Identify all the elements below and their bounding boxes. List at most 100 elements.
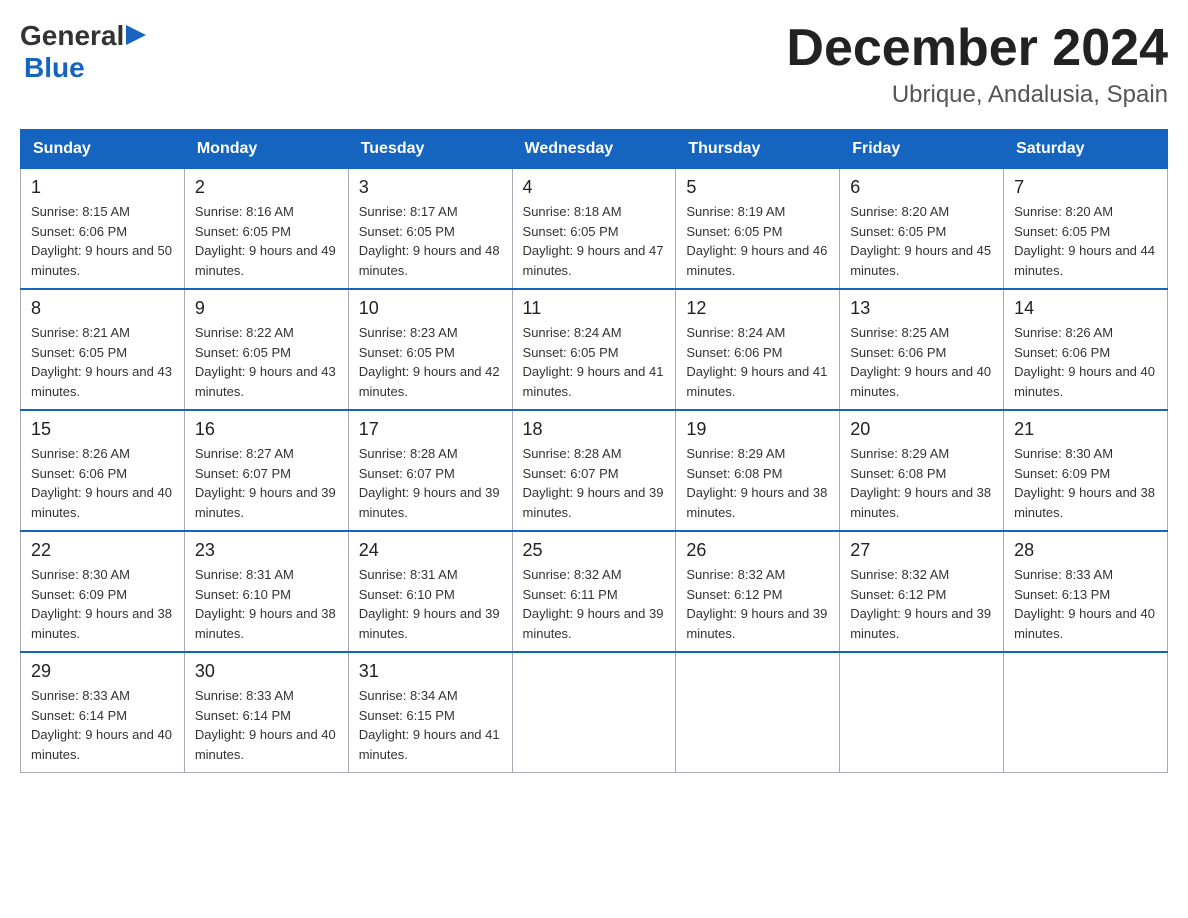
day-number: 4 [523,177,666,198]
calendar-cell: 9 Sunrise: 8:22 AMSunset: 6:05 PMDayligh… [184,289,348,410]
calendar-cell: 19 Sunrise: 8:29 AMSunset: 6:08 PMDaylig… [676,410,840,531]
calendar-cell [676,652,840,773]
page-header: General Blue December 2024 Ubrique, Anda… [20,20,1168,109]
day-info: Sunrise: 8:20 AMSunset: 6:05 PMDaylight:… [1014,204,1155,278]
day-info: Sunrise: 8:31 AMSunset: 6:10 PMDaylight:… [195,567,336,641]
day-info: Sunrise: 8:31 AMSunset: 6:10 PMDaylight:… [359,567,500,641]
calendar-week-row: 22 Sunrise: 8:30 AMSunset: 6:09 PMDaylig… [21,531,1168,652]
calendar-cell [512,652,676,773]
calendar-cell: 27 Sunrise: 8:32 AMSunset: 6:12 PMDaylig… [840,531,1004,652]
calendar-cell: 11 Sunrise: 8:24 AMSunset: 6:05 PMDaylig… [512,289,676,410]
location-title: Ubrique, Andalusia, Spain [786,81,1168,109]
day-number: 18 [523,419,666,440]
calendar-cell [1004,652,1168,773]
header-thursday: Thursday [676,130,840,169]
day-number: 16 [195,419,338,440]
day-info: Sunrise: 8:33 AMSunset: 6:13 PMDaylight:… [1014,567,1155,641]
calendar-week-row: 15 Sunrise: 8:26 AMSunset: 6:06 PMDaylig… [21,410,1168,531]
logo-arrow-icon [126,25,146,50]
calendar-cell: 26 Sunrise: 8:32 AMSunset: 6:12 PMDaylig… [676,531,840,652]
calendar-cell: 24 Sunrise: 8:31 AMSunset: 6:10 PMDaylig… [348,531,512,652]
header-saturday: Saturday [1004,130,1168,169]
header-tuesday: Tuesday [348,130,512,169]
calendar-week-row: 1 Sunrise: 8:15 AMSunset: 6:06 PMDayligh… [21,169,1168,290]
calendar-cell: 18 Sunrise: 8:28 AMSunset: 6:07 PMDaylig… [512,410,676,531]
day-info: Sunrise: 8:28 AMSunset: 6:07 PMDaylight:… [523,446,664,520]
day-info: Sunrise: 8:23 AMSunset: 6:05 PMDaylight:… [359,325,500,399]
day-number: 27 [850,540,993,561]
day-info: Sunrise: 8:30 AMSunset: 6:09 PMDaylight:… [31,567,172,641]
day-info: Sunrise: 8:34 AMSunset: 6:15 PMDaylight:… [359,688,500,762]
calendar-cell: 12 Sunrise: 8:24 AMSunset: 6:06 PMDaylig… [676,289,840,410]
day-info: Sunrise: 8:24 AMSunset: 6:05 PMDaylight:… [523,325,664,399]
day-info: Sunrise: 8:15 AMSunset: 6:06 PMDaylight:… [31,204,172,278]
day-info: Sunrise: 8:18 AMSunset: 6:05 PMDaylight:… [523,204,664,278]
calendar-cell: 20 Sunrise: 8:29 AMSunset: 6:08 PMDaylig… [840,410,1004,531]
day-info: Sunrise: 8:32 AMSunset: 6:12 PMDaylight:… [850,567,991,641]
calendar-cell: 7 Sunrise: 8:20 AMSunset: 6:05 PMDayligh… [1004,169,1168,290]
day-number: 30 [195,661,338,682]
day-info: Sunrise: 8:17 AMSunset: 6:05 PMDaylight:… [359,204,500,278]
calendar-cell: 14 Sunrise: 8:26 AMSunset: 6:06 PMDaylig… [1004,289,1168,410]
calendar-cell: 30 Sunrise: 8:33 AMSunset: 6:14 PMDaylig… [184,652,348,773]
day-info: Sunrise: 8:32 AMSunset: 6:12 PMDaylight:… [686,567,827,641]
day-number: 19 [686,419,829,440]
calendar-cell [840,652,1004,773]
calendar-cell: 8 Sunrise: 8:21 AMSunset: 6:05 PMDayligh… [21,289,185,410]
day-info: Sunrise: 8:22 AMSunset: 6:05 PMDaylight:… [195,325,336,399]
day-info: Sunrise: 8:33 AMSunset: 6:14 PMDaylight:… [195,688,336,762]
day-number: 24 [359,540,502,561]
day-number: 5 [686,177,829,198]
day-number: 31 [359,661,502,682]
day-info: Sunrise: 8:26 AMSunset: 6:06 PMDaylight:… [1014,325,1155,399]
day-number: 12 [686,298,829,319]
header-sunday: Sunday [21,130,185,169]
title-section: December 2024 Ubrique, Andalusia, Spain [786,20,1168,109]
calendar-table: Sunday Monday Tuesday Wednesday Thursday… [20,129,1168,773]
header-monday: Monday [184,130,348,169]
calendar-cell: 6 Sunrise: 8:20 AMSunset: 6:05 PMDayligh… [840,169,1004,290]
day-number: 21 [1014,419,1157,440]
day-number: 23 [195,540,338,561]
day-info: Sunrise: 8:20 AMSunset: 6:05 PMDaylight:… [850,204,991,278]
calendar-cell: 29 Sunrise: 8:33 AMSunset: 6:14 PMDaylig… [21,652,185,773]
day-info: Sunrise: 8:28 AMSunset: 6:07 PMDaylight:… [359,446,500,520]
day-number: 9 [195,298,338,319]
calendar-cell: 31 Sunrise: 8:34 AMSunset: 6:15 PMDaylig… [348,652,512,773]
calendar-cell: 10 Sunrise: 8:23 AMSunset: 6:05 PMDaylig… [348,289,512,410]
calendar-cell: 15 Sunrise: 8:26 AMSunset: 6:06 PMDaylig… [21,410,185,531]
day-info: Sunrise: 8:21 AMSunset: 6:05 PMDaylight:… [31,325,172,399]
day-info: Sunrise: 8:26 AMSunset: 6:06 PMDaylight:… [31,446,172,520]
calendar-cell: 5 Sunrise: 8:19 AMSunset: 6:05 PMDayligh… [676,169,840,290]
day-number: 1 [31,177,174,198]
header-wednesday: Wednesday [512,130,676,169]
calendar-cell: 1 Sunrise: 8:15 AMSunset: 6:06 PMDayligh… [21,169,185,290]
day-number: 29 [31,661,174,682]
day-info: Sunrise: 8:24 AMSunset: 6:06 PMDaylight:… [686,325,827,399]
logo-blue-text: Blue [24,52,85,83]
day-number: 22 [31,540,174,561]
logo-general-text: General [20,20,124,52]
day-number: 11 [523,298,666,319]
month-title: December 2024 [786,20,1168,77]
day-info: Sunrise: 8:29 AMSunset: 6:08 PMDaylight:… [850,446,991,520]
day-number: 14 [1014,298,1157,319]
calendar-cell: 2 Sunrise: 8:16 AMSunset: 6:05 PMDayligh… [184,169,348,290]
day-info: Sunrise: 8:29 AMSunset: 6:08 PMDaylight:… [686,446,827,520]
calendar-cell: 23 Sunrise: 8:31 AMSunset: 6:10 PMDaylig… [184,531,348,652]
calendar-week-row: 29 Sunrise: 8:33 AMSunset: 6:14 PMDaylig… [21,652,1168,773]
day-info: Sunrise: 8:25 AMSunset: 6:06 PMDaylight:… [850,325,991,399]
header-friday: Friday [840,130,1004,169]
day-number: 20 [850,419,993,440]
day-number: 10 [359,298,502,319]
day-info: Sunrise: 8:33 AMSunset: 6:14 PMDaylight:… [31,688,172,762]
day-number: 25 [523,540,666,561]
day-number: 26 [686,540,829,561]
calendar-cell: 25 Sunrise: 8:32 AMSunset: 6:11 PMDaylig… [512,531,676,652]
calendar-cell: 28 Sunrise: 8:33 AMSunset: 6:13 PMDaylig… [1004,531,1168,652]
day-number: 17 [359,419,502,440]
calendar-cell: 17 Sunrise: 8:28 AMSunset: 6:07 PMDaylig… [348,410,512,531]
day-number: 3 [359,177,502,198]
day-number: 8 [31,298,174,319]
day-number: 13 [850,298,993,319]
